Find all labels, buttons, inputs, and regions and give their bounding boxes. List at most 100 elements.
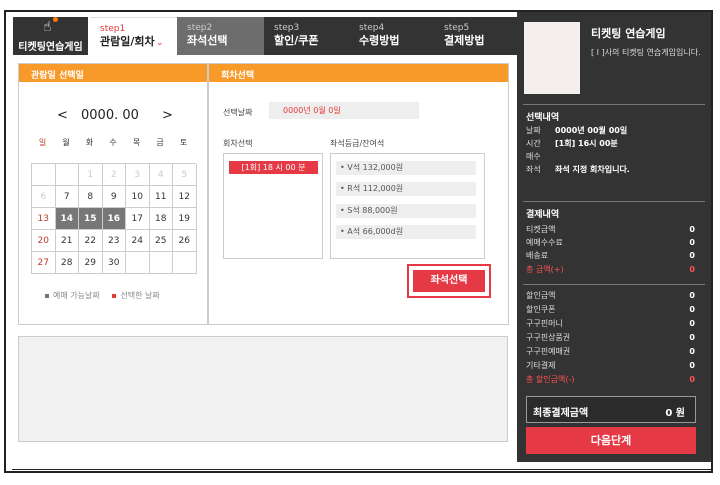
calendar-month: 0000. 00: [81, 108, 139, 123]
divider: [523, 104, 705, 105]
divider: [523, 284, 705, 285]
calendar-day[interactable]: 28: [55, 252, 79, 274]
discount-row: 구구핀예매권 0: [526, 346, 695, 358]
final-amount-value: 0 원: [665, 408, 685, 419]
summary-panel: 티켓팅 연습게임 [ I ]사의 티켓팅 연습게임입니다. 선택내역 날짜 000…: [517, 12, 711, 462]
booking-key: 좌석: [526, 165, 541, 174]
calendar-day[interactable]: 19: [173, 208, 197, 230]
discount-row: 할인금액 0: [526, 290, 695, 302]
calendar-day[interactable]: 20: [32, 230, 56, 252]
logo-label: 티켓팅연습게임: [18, 42, 83, 53]
booking-key: 매수: [526, 152, 541, 161]
legend-available: 예매 가능날짜: [53, 291, 100, 300]
grade-list: • V석 132,000원 • R석 112,000원 • S석 88,000원…: [330, 153, 485, 259]
calendar-day[interactable]: 26: [173, 230, 197, 252]
calendar-day[interactable]: 25: [149, 230, 173, 252]
calendar-day[interactable]: 12: [173, 186, 197, 208]
calendar-day[interactable]: 18: [149, 208, 173, 230]
calendar-day[interactable]: 13: [32, 208, 56, 230]
calendar-day-selected[interactable]: 15: [79, 208, 103, 230]
divider: [523, 201, 705, 202]
grade-item-a: • A석 66,000d원: [336, 225, 476, 239]
calendar-day[interactable]: 6: [32, 186, 56, 208]
tab-step5[interactable]: step5 결제방법: [434, 17, 517, 55]
tab-step4[interactable]: step4 수령방법: [349, 17, 434, 55]
booking-row-seat: 좌석 좌석 지정 회차입니다.: [526, 164, 695, 176]
payment-row: 예매수수료 0: [526, 237, 695, 249]
weekday-thu: 목: [132, 138, 141, 147]
step-number: step2: [187, 23, 213, 33]
date-panel-title: 관람일 선택일: [19, 64, 207, 82]
discount-value: 0: [689, 333, 695, 342]
calendar-day[interactable]: 1: [79, 164, 103, 186]
calendar-day[interactable]: 23: [102, 230, 126, 252]
calendar-day: [32, 164, 56, 186]
discount-key: 할인쿠폰: [526, 305, 556, 314]
payment-row: 티켓금액 0: [526, 224, 695, 236]
weekday-wed: 수: [109, 138, 117, 147]
tab-step2[interactable]: step2 좌석선택: [177, 17, 264, 55]
payment-key: 티켓금액: [526, 225, 556, 234]
next-month-button[interactable]: >: [162, 108, 173, 123]
info-box: [18, 336, 508, 442]
payment-value: 0: [689, 265, 695, 274]
calendar-day[interactable]: 24: [126, 230, 150, 252]
poster-image: [524, 22, 580, 94]
discount-key: 구구핀상품권: [526, 333, 571, 342]
game-description: [ I ]사의 티켓팅 연습게임입니다.: [591, 48, 701, 57]
calendar-day[interactable]: 4: [149, 164, 173, 186]
prev-month-button[interactable]: <: [57, 108, 68, 123]
selected-date-label: 선택날짜: [223, 108, 253, 117]
discount-row: 구구핀머니 0: [526, 318, 695, 330]
calendar-day[interactable]: 5: [173, 164, 197, 186]
calendar-day[interactable]: 10: [126, 186, 150, 208]
payment-heading: 결제내역: [526, 210, 560, 220]
tab-step3[interactable]: step3 할인/쿠폰: [264, 17, 349, 55]
booking-value: 0000년 00월 00일: [555, 126, 628, 135]
calendar-day[interactable]: 17: [126, 208, 150, 230]
calendar-nav: < 0000. 00 >: [19, 108, 207, 124]
discount-key: 구구핀예매권: [526, 347, 571, 356]
calendar-day[interactable]: 8: [79, 186, 103, 208]
weekday-mon: 월: [62, 138, 70, 147]
date-panel: 관람일 선택일 < 0000. 00 > 일 월 화 수 목 금 토 1 2 3…: [18, 63, 208, 325]
calendar-day[interactable]: 27: [32, 252, 56, 274]
hand-pointer-icon: ☝: [43, 17, 58, 35]
calendar-day[interactable]: 9: [102, 186, 126, 208]
booking-row-count: 매수: [526, 151, 695, 163]
calendar-day[interactable]: 11: [149, 186, 173, 208]
discount-key: 구구핀머니: [526, 319, 563, 328]
seat-select-button[interactable]: 좌석선택: [413, 270, 485, 292]
calendar-day[interactable]: 21: [55, 230, 79, 252]
payment-value: 0: [689, 225, 695, 234]
discount-value: 0: [689, 305, 695, 314]
session-item[interactable]: [1회] 18 시 00 분: [229, 161, 318, 174]
legend-available-swatch: [45, 293, 49, 298]
calendar-day[interactable]: 2: [102, 164, 126, 186]
booking-value: [1회] 16시 00분: [555, 139, 618, 148]
app-logo[interactable]: ☝ 티켓팅연습게임: [13, 17, 88, 55]
calendar-legend: 예매 가능날짜 선택한 날짜: [45, 290, 160, 301]
step-label: 수령방법: [359, 34, 400, 47]
calendar-day: [149, 252, 173, 274]
calendar-day[interactable]: 7: [55, 186, 79, 208]
session-list: [1회] 18 시 00 분: [223, 153, 323, 259]
calendar-day[interactable]: 22: [79, 230, 103, 252]
booking-row-date: 날짜 0000년 00월 00일: [526, 125, 695, 137]
calendar-day[interactable]: 29: [79, 252, 103, 274]
calendar-day: [55, 164, 79, 186]
step-label: 할인/쿠폰: [274, 34, 319, 47]
calendar-day[interactable]: 30: [102, 252, 126, 274]
calendar-day-selected[interactable]: 14: [55, 208, 79, 230]
grade-item-r: • R석 112,000원: [336, 182, 476, 196]
step-label: 관람일/회차: [100, 35, 155, 48]
booking-key: 날짜: [526, 126, 541, 135]
payment-key: 예매수수료: [526, 238, 563, 247]
payment-key: 배송료: [526, 251, 549, 260]
calendar-day[interactable]: 3: [126, 164, 150, 186]
booking-key: 시간: [526, 139, 541, 148]
tab-step1[interactable]: step1 관람일/회차 ⌄: [90, 17, 177, 55]
booking-value: 좌석 지정 회차입니다.: [555, 165, 630, 174]
calendar-day-selected[interactable]: 16: [102, 208, 126, 230]
next-step-button[interactable]: 다음단계: [526, 427, 696, 454]
